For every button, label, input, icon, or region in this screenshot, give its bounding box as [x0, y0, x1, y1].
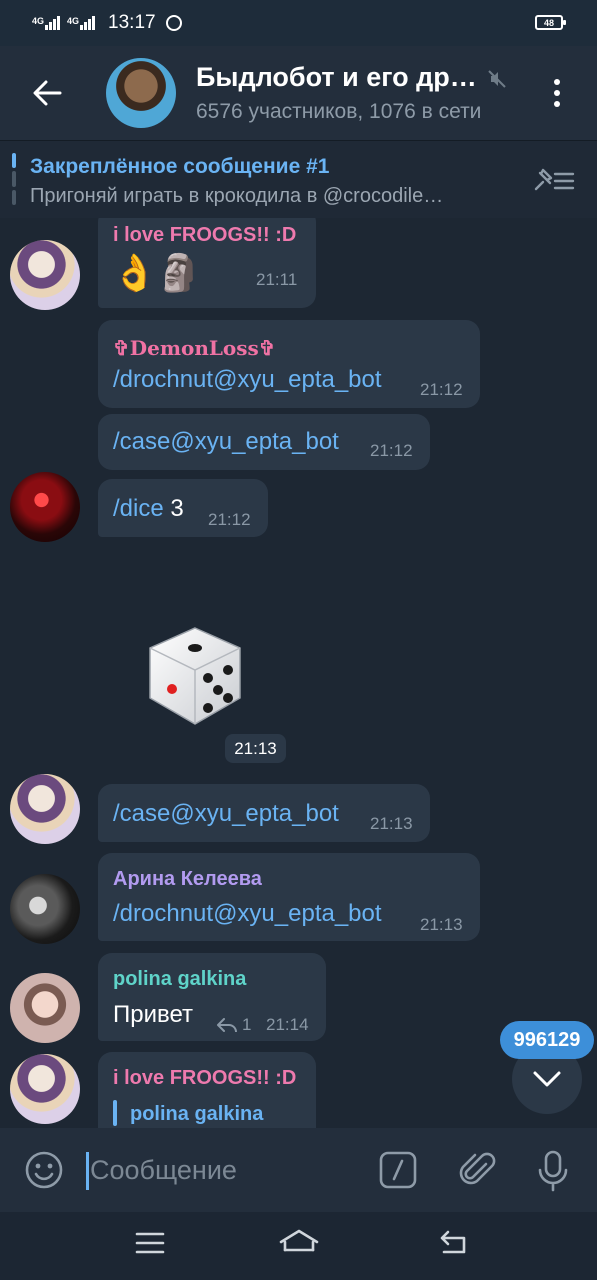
message-text: 👌🗿 — [112, 252, 202, 293]
signal-icon: 4G — [32, 16, 61, 30]
mute-icon — [488, 70, 506, 88]
pinned-message-bar[interactable]: Закреплённое сообщение #1 Пригоняй играт… — [0, 140, 597, 218]
sender-name[interactable]: ✞DemonLoss✞ — [113, 336, 276, 360]
message-bubble[interactable]: i love FROOGS!! :D 👌🗿 21:11 — [98, 218, 316, 308]
pinned-indicator — [12, 153, 16, 205]
reply-quote-bar — [113, 1100, 117, 1126]
message-bubble[interactable]: /dice 3 21:12 — [98, 479, 268, 537]
chevron-down-icon — [533, 1071, 561, 1087]
sender-avatar[interactable] — [10, 472, 80, 542]
emoji-icon[interactable] — [24, 1150, 64, 1190]
bot-command-link[interactable]: /case@xyu_epta_bot — [113, 800, 339, 828]
attach-icon[interactable] — [458, 1150, 498, 1190]
network-type-label: 4G — [67, 16, 80, 26]
sender-name[interactable]: i love FROOGS!! :D — [113, 1067, 296, 1090]
bot-command-link[interactable]: /case@xyu_epta_bot — [113, 428, 339, 456]
bot-command-link[interactable]: /dice — [113, 495, 164, 522]
dot-icon — [554, 101, 560, 107]
unread-count-badge[interactable]: 996129 — [500, 1021, 594, 1059]
message-text: Привет — [113, 1001, 194, 1028]
bot-commands-icon[interactable] — [378, 1150, 418, 1190]
network-type-label: 4G — [32, 16, 45, 26]
sender-name[interactable]: Арина Келеева — [113, 868, 262, 891]
arrow-left-icon — [33, 80, 62, 106]
dot-icon — [554, 90, 560, 96]
message-bubble[interactable]: i love FROOGS!! :D polina galkina — [98, 1052, 316, 1128]
message-time: 21:14 — [266, 1015, 309, 1034]
message-input[interactable] — [86, 1146, 356, 1194]
battery-icon: 48 — [535, 15, 566, 30]
message-bubble[interactable]: /case@xyu_epta_bot 21:13 — [98, 784, 430, 842]
chat-header: Быдлобот и его др… 6576 участников, 1076… — [0, 46, 597, 140]
bot-command-link[interactable]: /drochnut@xyu_epta_bot — [113, 900, 382, 928]
message-time: 21:13 — [420, 915, 463, 934]
chat-subtitle: 6576 участников, 1076 в сети — [196, 100, 482, 123]
chat-title[interactable]: Быдлобот и его др… — [196, 62, 477, 93]
back-nav-icon[interactable] — [438, 1228, 472, 1258]
message-time: 21:12 — [370, 441, 413, 460]
system-navigation-bar — [0, 1212, 597, 1280]
sender-name[interactable]: polina galkina — [113, 968, 246, 991]
dot-icon — [554, 79, 560, 85]
message-time: 21:12 — [208, 510, 251, 529]
reply-arrow-icon — [217, 1018, 237, 1032]
message-bubble[interactable]: ✞DemonLoss✞ /drochnut@xyu_epta_bot 21:12 — [98, 320, 480, 408]
dice-sticker[interactable] — [146, 626, 244, 726]
home-icon[interactable] — [278, 1228, 320, 1258]
pinned-title: Закреплённое сообщение #1 — [30, 155, 330, 178]
message-list[interactable]: i love FROOGS!! :D 👌🗿 21:11 ✞DemonLoss✞ … — [0, 218, 597, 1128]
bot-command-link[interactable]: /drochnut@xyu_epta_bot — [113, 366, 382, 394]
microphone-icon[interactable] — [536, 1150, 570, 1192]
pinned-text: Пригоняй играть в крокодила в @crocodile… — [30, 185, 444, 207]
sender-avatar[interactable] — [10, 973, 80, 1043]
message-input-bar — [0, 1128, 597, 1212]
sender-avatar[interactable] — [10, 240, 80, 310]
message-time: 21:13 — [370, 814, 413, 833]
message-time: 21:13 — [225, 734, 286, 763]
message-time: 21:11 — [256, 270, 298, 289]
message-text: 3 — [170, 495, 184, 522]
sender-name[interactable]: i love FROOGS!! :D — [113, 224, 296, 247]
message-time: 21:12 — [420, 380, 463, 399]
recent-apps-icon[interactable] — [134, 1228, 166, 1258]
reply-to-sender[interactable]: polina galkina — [130, 1103, 263, 1126]
sender-avatar[interactable] — [10, 1054, 80, 1124]
back-button[interactable] — [22, 68, 72, 118]
pinned-list-icon[interactable] — [530, 165, 576, 195]
more-menu-button[interactable] — [540, 72, 574, 114]
replies-counter[interactable]: 1 — [216, 1015, 251, 1035]
message-bubble[interactable]: polina galkina Привет 1 21:14 — [98, 953, 326, 1041]
clock: 13:17 — [108, 12, 156, 33]
signal-icon: 4G — [67, 16, 96, 30]
status-bar: 4G 4G 13:17 48 — [0, 0, 597, 46]
message-bubble[interactable]: Арина Келеева /drochnut@xyu_epta_bot 21:… — [98, 853, 480, 941]
sender-avatar[interactable] — [10, 874, 80, 944]
replies-count: 1 — [242, 1015, 252, 1034]
whatsapp-icon — [165, 15, 182, 31]
message-bubble[interactable]: /case@xyu_epta_bot 21:12 — [98, 414, 430, 470]
chat-avatar[interactable] — [106, 58, 176, 128]
sender-avatar[interactable] — [10, 774, 80, 844]
